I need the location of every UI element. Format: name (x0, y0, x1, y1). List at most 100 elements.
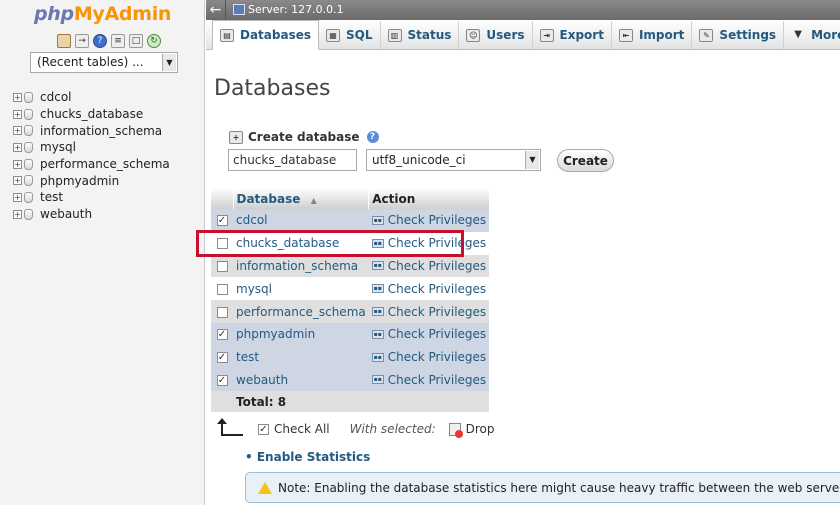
tree-item-database[interactable]: + test (13, 189, 170, 206)
tab-status[interactable]: ▥ Status (381, 21, 460, 49)
main-tabs: ▤ Databases ▦ SQL ▥ Status ☺ Users ⇥ Export ⇤ Impor… (206, 20, 840, 50)
row-checkbox[interactable] (216, 306, 228, 318)
check-privileges-label: Check Privileges (387, 350, 487, 365)
tree-item-label: phpmyadmin (40, 173, 120, 188)
recent-tables-select[interactable]: (Recent tables) ... ▼ (30, 52, 178, 73)
status-icon: ▥ (387, 28, 402, 42)
table-row[interactable]: ✓ test ▪▪ Check Privileges (211, 345, 490, 369)
new-database-icon: + (229, 130, 243, 144)
expand-icon[interactable]: + (13, 109, 22, 119)
tab-settings[interactable]: ✎ Settings (692, 21, 785, 49)
tab-users[interactable]: ☺ Users (459, 21, 533, 49)
database-link[interactable]: performance_schema (236, 305, 366, 319)
total-count: Total: 8 (233, 391, 369, 413)
tree-item-database[interactable]: + cdcol (13, 89, 170, 106)
database-link[interactable]: webauth (236, 373, 288, 387)
chevron-down-icon[interactable]: ▼ (162, 54, 176, 71)
database-header-label: Database (236, 191, 301, 206)
row-checkbox[interactable]: ✓ (216, 374, 228, 386)
database-column-header[interactable]: Database ▲ (233, 188, 370, 209)
database-link[interactable]: phpmyadmin (236, 327, 315, 341)
privileges-icon: ▪▪ (371, 261, 384, 271)
tree-item-database[interactable]: + chucks_database (13, 106, 170, 123)
reload-icon[interactable]: ↻ (147, 34, 161, 48)
collation-value: utf8_unicode_ci (372, 153, 466, 167)
table-row[interactable]: ✓ webauth ▪▪ Check Privileges (211, 368, 490, 392)
database-tree: + cdcol + chucks_database + information_schem… (13, 89, 170, 223)
table-row[interactable]: performance_schema ▪▪ Check Privileges (211, 300, 490, 323)
check-privileges-link[interactable]: ▪▪ Check Privileges (371, 304, 487, 319)
create-button[interactable]: Create (557, 149, 614, 172)
server-label: Server: 127.0.0.1 (248, 3, 344, 16)
check-privileges-link[interactable]: ▪▪ Check Privileges (371, 282, 486, 296)
check-privileges-label: Check Privileges (387, 327, 487, 342)
documentation-icon[interactable]: ≡ (111, 34, 125, 48)
tree-item-database[interactable]: + performance_schema (13, 156, 170, 173)
nav-icon-bar: → ? ≡ □ ↻ (57, 34, 161, 48)
settings-icon: ✎ (699, 28, 714, 42)
tab-label: Users (486, 28, 525, 42)
enable-statistics-link[interactable]: Enable Statistics (245, 450, 370, 464)
databases-table: Database ▲ Action ✓ cdcol ▪▪ Check Privileg… (211, 188, 490, 413)
chevron-down-icon[interactable]: ▼ (525, 151, 539, 169)
expand-icon[interactable]: + (13, 92, 22, 102)
database-link[interactable]: information_schema (236, 259, 358, 273)
tab-label: Settings (719, 28, 777, 42)
database-name-input[interactable] (228, 149, 357, 171)
expand-icon[interactable]: + (13, 176, 22, 186)
tab-databases[interactable]: ▤ Databases (212, 20, 320, 50)
row-checkbox[interactable] (216, 260, 228, 272)
expand-icon[interactable]: + (13, 159, 22, 169)
tab-label: SQL (346, 28, 373, 42)
expand-icon[interactable]: + (13, 192, 22, 202)
table-row[interactable]: information_schema ▪▪ Check Privileges (211, 254, 490, 278)
tree-item-database[interactable]: + information_schema (13, 122, 170, 139)
server-breadcrumb[interactable]: Server: 127.0.0.1 (233, 3, 344, 16)
check-privileges-link[interactable]: ▪▪ Check Privileges (371, 373, 486, 387)
database-icon (24, 208, 33, 220)
tree-item-label: information_schema (40, 123, 163, 138)
tab-more[interactable]: ▼ More (784, 21, 840, 49)
row-checkbox[interactable]: ✓ (216, 329, 228, 341)
table-row[interactable]: ✓ cdcol ▪▪ Check Privileges (211, 209, 490, 232)
database-link[interactable]: cdcol (236, 213, 268, 227)
tab-import[interactable]: ⇤ Import (612, 21, 693, 49)
drop-icon (448, 422, 463, 438)
collapse-arrow-icon[interactable]: ← (206, 0, 226, 20)
row-checkbox[interactable] (216, 283, 228, 295)
help-icon[interactable]: ? (93, 34, 107, 48)
table-row[interactable]: ✓ phpmyadmin ▪▪ Check Privileges (211, 322, 490, 346)
tab-export[interactable]: ⇥ Export (533, 21, 612, 49)
help-icon[interactable]: ? (366, 131, 379, 143)
logout-icon[interactable]: → (75, 34, 89, 48)
table-row[interactable]: mysql ▪▪ Check Privileges (211, 277, 490, 301)
tree-item-label: webauth (40, 207, 93, 222)
row-checkbox[interactable]: ✓ (216, 215, 228, 227)
expand-icon[interactable]: + (13, 126, 22, 136)
settings-page-icon[interactable]: □ (129, 34, 143, 48)
logo-php-text: php (34, 3, 74, 25)
collation-select[interactable]: utf8_unicode_ci ▼ (366, 149, 541, 171)
check-all-control[interactable]: ✓ Check All (258, 422, 330, 436)
check-privileges-link[interactable]: ▪▪ Check Privileges (371, 327, 487, 342)
database-link[interactable]: test (236, 350, 259, 364)
tree-item-database[interactable]: + webauth (13, 206, 170, 223)
tab-label: More (811, 28, 840, 42)
tab-sql[interactable]: ▦ SQL (319, 21, 381, 49)
check-privileges-link[interactable]: ▪▪ Check Privileges (371, 350, 487, 365)
drop-button[interactable]: Drop (448, 422, 495, 438)
expand-icon[interactable]: + (13, 209, 22, 219)
check-all-checkbox[interactable]: ✓ (258, 423, 269, 435)
expand-icon[interactable]: + (13, 142, 22, 152)
database-link[interactable]: mysql (236, 282, 272, 296)
users-icon: ☺ (466, 28, 481, 42)
home-icon[interactable] (57, 34, 71, 48)
tree-item-database[interactable]: + mysql (13, 139, 170, 156)
check-privileges-link[interactable]: ▪▪ Check Privileges (371, 213, 486, 227)
row-checkbox[interactable]: ✓ (216, 352, 228, 364)
phpmyadmin-logo[interactable]: phpMyAdmin (34, 3, 171, 25)
check-privileges-label: Check Privileges (387, 304, 487, 319)
check-privileges-link[interactable]: ▪▪ Check Privileges (371, 259, 486, 273)
tree-item-database[interactable]: + phpmyadmin (13, 172, 170, 189)
database-icon (24, 141, 33, 153)
